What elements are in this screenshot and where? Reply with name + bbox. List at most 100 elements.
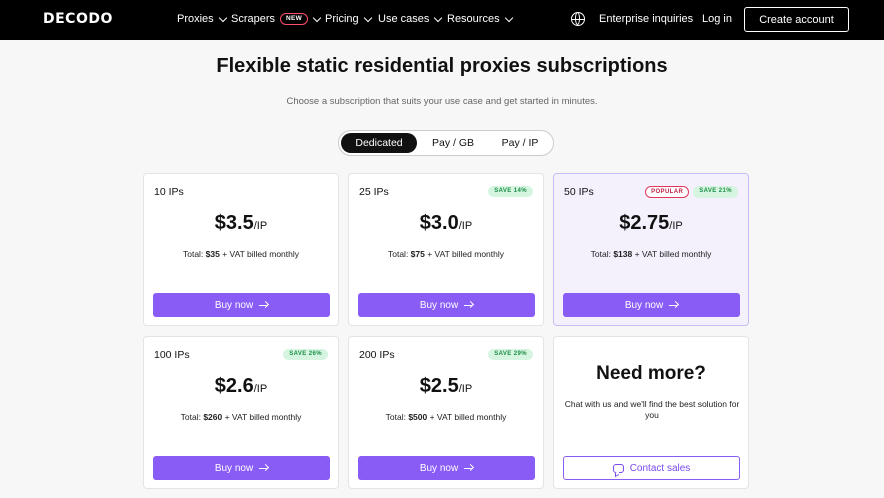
price-unit: /IP <box>253 220 268 232</box>
page-subtitle: Choose a subscription that suits your us… <box>286 96 598 107</box>
nav-item-label: Resources <box>447 13 500 25</box>
total-amount: $500 <box>408 412 428 422</box>
chevron-down-icon <box>504 13 513 22</box>
need-more-card: Need more? Chat with us and we'll find t… <box>553 336 749 489</box>
total-suffix: + VAT billed monthly <box>427 412 507 422</box>
plan-total: Total: $260 + VAT billed monthly <box>144 412 338 422</box>
plan-price: $2.75/IP <box>554 212 748 235</box>
pricing-type-toggle: Dedicated Pay / GB Pay / IP <box>338 130 554 156</box>
price-unit: /IP <box>458 383 473 395</box>
contact-sales-button[interactable]: Contact sales <box>563 456 740 480</box>
save-badge: SAVE 29% <box>488 349 533 360</box>
total-amount: $35 <box>205 249 220 259</box>
nav-item-label: Pricing <box>325 13 359 25</box>
total-prefix: Total: <box>387 249 411 259</box>
plan-card-200-ips: 200 IPs SAVE 29% $2.5/IP Total: $500 + V… <box>348 336 544 489</box>
save-badge: SAVE 26% <box>283 349 328 360</box>
arrow-right-icon <box>259 301 268 309</box>
price-amount: $2.75 <box>619 212 670 234</box>
arrow-right-icon <box>464 464 473 472</box>
nav-item-resources[interactable]: Resources <box>447 13 513 25</box>
button-label: Buy now <box>419 462 459 474</box>
need-more-text: Chat with us and we'll find the best sol… <box>564 399 740 421</box>
save-badge: SAVE 14% <box>488 186 533 197</box>
nav-item-use-cases[interactable]: Use cases <box>378 13 443 25</box>
total-suffix: + VAT billed monthly <box>632 249 712 259</box>
plan-badges: SAVE 29% <box>488 349 533 360</box>
total-prefix: Total: <box>385 412 409 422</box>
chevron-down-icon <box>434 13 443 22</box>
toggle-pay-per-gb[interactable]: Pay / GB <box>421 133 485 153</box>
plan-ips: 100 IPs <box>154 349 190 361</box>
nav-item-scrapers[interactable]: Scrapers NEW <box>231 13 322 25</box>
nav-item-label: Scrapers <box>231 13 276 25</box>
buy-now-button[interactable]: Buy now <box>153 456 330 480</box>
arrow-right-icon <box>259 464 268 472</box>
plan-total: Total: $75 + VAT billed monthly <box>349 249 543 259</box>
price-amount: $2.5 <box>419 375 459 397</box>
total-prefix: Total: <box>180 412 204 422</box>
login-link[interactable]: Log in <box>702 13 732 25</box>
plan-ips: 50 IPs <box>564 186 594 198</box>
toggle-pay-per-ip[interactable]: Pay / IP <box>489 133 551 153</box>
price-unit: /IP <box>669 220 683 232</box>
plan-card-50-ips: 50 IPs POPULAR SAVE 21% $2.75/IP Total: … <box>553 173 749 326</box>
save-badge: SAVE 21% <box>693 186 738 198</box>
new-badge: NEW <box>280 13 309 25</box>
plan-total: Total: $35 + VAT billed monthly <box>144 249 338 259</box>
plan-price: $3.5/IP <box>144 212 338 235</box>
plan-total: Total: $138 + VAT billed monthly <box>554 249 748 259</box>
chevron-down-icon <box>218 13 227 22</box>
buy-now-button[interactable]: Buy now <box>358 456 535 480</box>
total-suffix: + VAT billed monthly <box>219 249 299 259</box>
popular-badge: POPULAR <box>645 186 690 198</box>
plan-total: Total: $500 + VAT billed monthly <box>349 412 543 422</box>
plan-ips: 25 IPs <box>359 186 389 198</box>
arrow-right-icon <box>464 301 473 309</box>
plan-badges: SAVE 14% <box>488 186 533 197</box>
enterprise-inquiries-link[interactable]: Enterprise inquiries <box>599 13 693 25</box>
plan-price: $2.5/IP <box>349 375 543 398</box>
plan-badges: POPULAR SAVE 21% <box>645 186 738 198</box>
plan-card-10-ips: 10 IPs $3.5/IP Total: $35 + VAT billed m… <box>143 173 339 326</box>
chevron-down-icon <box>312 13 322 22</box>
plan-ips: 200 IPs <box>359 349 395 361</box>
price-amount: $3.5 <box>214 212 254 234</box>
price-amount: $3.0 <box>419 212 459 234</box>
button-label: Buy now <box>419 299 459 311</box>
button-label: Contact sales <box>629 462 691 474</box>
chevron-down-icon <box>363 13 372 22</box>
total-prefix: Total: <box>182 249 206 259</box>
button-label: Buy now <box>214 462 254 474</box>
buy-now-button[interactable]: Buy now <box>358 293 535 317</box>
price-unit: /IP <box>253 383 268 395</box>
total-amount: $75 <box>410 249 425 259</box>
arrow-right-icon <box>669 301 678 309</box>
total-prefix: Total: <box>590 249 614 259</box>
price-unit: /IP <box>458 220 473 232</box>
button-label: Buy now <box>214 299 254 311</box>
need-more-title: Need more? <box>596 363 706 384</box>
globe-icon[interactable] <box>571 12 585 26</box>
buy-now-button[interactable]: Buy now <box>153 293 330 317</box>
nav-item-label: Proxies <box>177 13 214 25</box>
toggle-dedicated[interactable]: Dedicated <box>341 133 417 153</box>
nav-item-proxies[interactable]: Proxies <box>177 13 227 25</box>
page-title: Flexible static residential proxies subs… <box>216 55 668 77</box>
nav-item-label: Use cases <box>378 13 430 25</box>
plan-card-25-ips: 25 IPs SAVE 14% $3.0/IP Total: $75 + VAT… <box>348 173 544 326</box>
plan-card-100-ips: 100 IPs SAVE 26% $2.6/IP Total: $260 + V… <box>143 336 339 489</box>
plan-price: $2.6/IP <box>144 375 338 398</box>
plan-ips: 10 IPs <box>154 186 184 198</box>
total-amount: $138 <box>613 249 633 259</box>
decodo-logo[interactable]: DECODO <box>43 11 113 27</box>
nav-item-pricing[interactable]: Pricing <box>325 13 372 25</box>
button-label: Buy now <box>624 299 664 311</box>
total-suffix: + VAT billed monthly <box>424 249 504 259</box>
price-amount: $2.6 <box>214 375 254 397</box>
create-account-button[interactable]: Create account <box>744 7 849 32</box>
buy-now-button[interactable]: Buy now <box>563 293 740 317</box>
total-suffix: + VAT billed monthly <box>222 412 302 422</box>
top-navigation-bar: DECODO Proxies Scrapers NEW Pricing Use … <box>0 0 884 40</box>
total-amount: $260 <box>203 412 223 422</box>
